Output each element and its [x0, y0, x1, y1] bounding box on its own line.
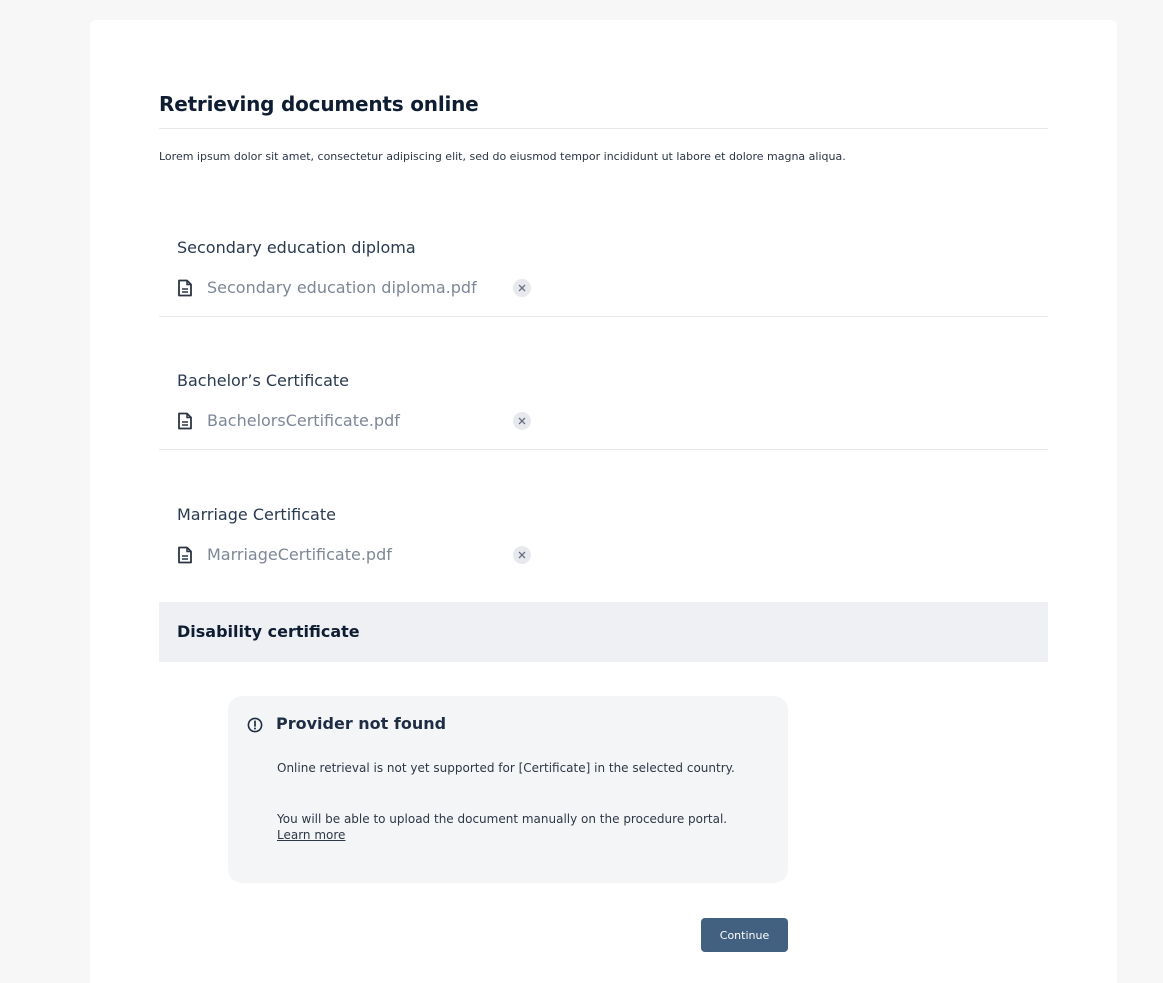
- document-title: Bachelor’s Certificate: [177, 371, 349, 390]
- document-section: Bachelor’s Certificate BachelorsCertific…: [159, 371, 1048, 451]
- page-intro: Lorem ipsum dolor sit amet, consectetur …: [159, 150, 846, 163]
- file-row: Secondary education diploma.pdf: [177, 276, 577, 300]
- close-icon: [518, 284, 526, 292]
- section-divider: [159, 449, 1048, 450]
- alert-circle-icon: [247, 717, 263, 733]
- notice-text-line: You will be able to upload the document …: [277, 812, 728, 826]
- close-icon: [518, 551, 526, 559]
- page: Retrieving documents online Lorem ipsum …: [0, 0, 1163, 983]
- file-name[interactable]: Secondary education diploma.pdf: [207, 278, 477, 297]
- continue-button[interactable]: Continue: [701, 918, 788, 952]
- notice-title: Provider not found: [276, 714, 447, 733]
- learn-more-link[interactable]: Learn more: [277, 828, 345, 842]
- notice-text: You will be able to upload the document …: [277, 811, 747, 843]
- close-icon: [518, 417, 526, 425]
- provider-not-found-notice: Provider not found Online retrieval is n…: [228, 696, 788, 883]
- remove-file-button[interactable]: [513, 546, 531, 564]
- document-section: Marriage Certificate MarriageCertificate…: [159, 505, 1048, 575]
- title-divider: [159, 128, 1048, 129]
- disability-title: Disability certificate: [177, 622, 360, 641]
- content-card: Retrieving documents online Lorem ipsum …: [90, 20, 1117, 983]
- file-icon: [178, 412, 192, 430]
- page-title: Retrieving documents online: [159, 92, 479, 116]
- notice-text: Online retrieval is not yet supported fo…: [277, 761, 735, 775]
- file-name[interactable]: MarriageCertificate.pdf: [207, 545, 392, 564]
- disability-section-header: Disability certificate: [159, 602, 1048, 662]
- document-title: Secondary education diploma: [177, 238, 416, 257]
- document-title: Marriage Certificate: [177, 505, 336, 524]
- section-divider: [159, 316, 1048, 317]
- document-section: Secondary education diploma Secondary ed…: [159, 238, 1048, 318]
- file-icon: [178, 546, 192, 564]
- remove-file-button[interactable]: [513, 279, 531, 297]
- file-row: BachelorsCertificate.pdf: [177, 409, 577, 433]
- remove-file-button[interactable]: [513, 412, 531, 430]
- file-name[interactable]: BachelorsCertificate.pdf: [207, 411, 400, 430]
- file-icon: [178, 279, 192, 297]
- file-row: MarriageCertificate.pdf: [177, 543, 577, 567]
